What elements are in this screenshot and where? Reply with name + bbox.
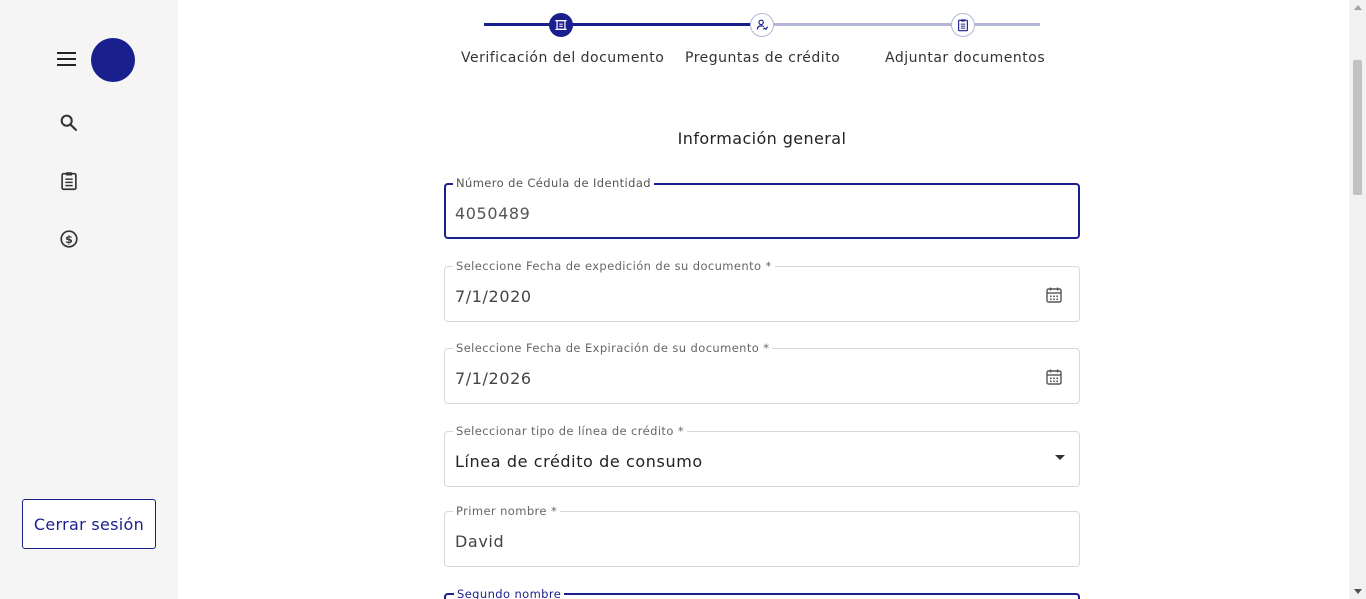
first-name-value[interactable]: David bbox=[455, 532, 504, 552]
stepper: Verificación del documento Preguntas de … bbox=[444, 0, 1080, 80]
second-name-field[interactable]: Segundo nombre bbox=[444, 587, 1080, 599]
calendar-icon[interactable] bbox=[1045, 286, 1063, 304]
svg-text:$: $ bbox=[65, 233, 73, 246]
document-scan-icon bbox=[555, 20, 567, 30]
expiry-date-field[interactable]: Seleccione Fecha de Expiración de su doc… bbox=[444, 341, 1080, 404]
expiry-date-label: Seleccione Fecha de Expiración de su doc… bbox=[453, 341, 773, 355]
step-node-credit-questions[interactable] bbox=[750, 13, 774, 37]
scroll-up-arrow-icon[interactable] bbox=[1354, 5, 1362, 10]
person-sign-icon bbox=[756, 19, 769, 31]
issue-date-value[interactable]: 7/1/2020 bbox=[455, 287, 532, 307]
step-label-attach-documents[interactable]: Adjuntar documentos bbox=[885, 50, 1045, 66]
clipboard-icon[interactable] bbox=[58, 170, 80, 192]
section-title: Información general bbox=[677, 129, 847, 148]
scrollbar[interactable] bbox=[1349, 0, 1366, 599]
first-name-field[interactable]: Primer nombre * David bbox=[444, 504, 1080, 567]
id-number-label: Número de Cédula de Identidad bbox=[453, 176, 654, 190]
credit-line-value[interactable]: Línea de crédito de consumo bbox=[455, 452, 703, 472]
logout-button[interactable]: Cerrar sesión bbox=[22, 499, 156, 549]
issue-date-label: Seleccione Fecha de expedición de su doc… bbox=[453, 259, 775, 273]
credit-line-select[interactable]: Seleccionar tipo de línea de crédito * L… bbox=[444, 424, 1080, 487]
step-label-document-verification[interactable]: Verificación del documento bbox=[461, 50, 664, 66]
scrollbar-thumb[interactable] bbox=[1353, 60, 1362, 195]
id-number-field[interactable]: Número de Cédula de Identidad 4050489 bbox=[444, 176, 1080, 239]
sidebar: $ Cerrar sesión bbox=[0, 0, 178, 599]
dollar-icon[interactable]: $ bbox=[58, 228, 80, 250]
issue-date-field[interactable]: Seleccione Fecha de expedición de su doc… bbox=[444, 259, 1080, 322]
hamburger-menu-icon[interactable] bbox=[57, 52, 77, 68]
step-node-document-verification[interactable] bbox=[549, 13, 573, 37]
step-label-credit-questions[interactable]: Preguntas de crédito bbox=[685, 50, 840, 66]
clipboard-list-icon bbox=[958, 19, 968, 32]
calendar-icon[interactable] bbox=[1045, 368, 1063, 386]
second-name-label: Segundo nombre bbox=[454, 587, 565, 599]
search-icon[interactable] bbox=[58, 112, 80, 134]
step-pending-line bbox=[762, 23, 1040, 26]
dropdown-caret-icon[interactable] bbox=[1055, 455, 1065, 460]
first-name-label: Primer nombre * bbox=[453, 504, 561, 518]
credit-line-label: Seleccionar tipo de línea de crédito * bbox=[453, 424, 687, 438]
id-number-value[interactable]: 4050489 bbox=[455, 204, 530, 224]
scroll-down-arrow-icon[interactable] bbox=[1354, 589, 1362, 594]
step-progress-line bbox=[484, 23, 762, 26]
expiry-date-value[interactable]: 7/1/2026 bbox=[455, 369, 532, 389]
avatar[interactable] bbox=[91, 38, 135, 82]
step-node-attach-documents[interactable] bbox=[951, 13, 975, 37]
